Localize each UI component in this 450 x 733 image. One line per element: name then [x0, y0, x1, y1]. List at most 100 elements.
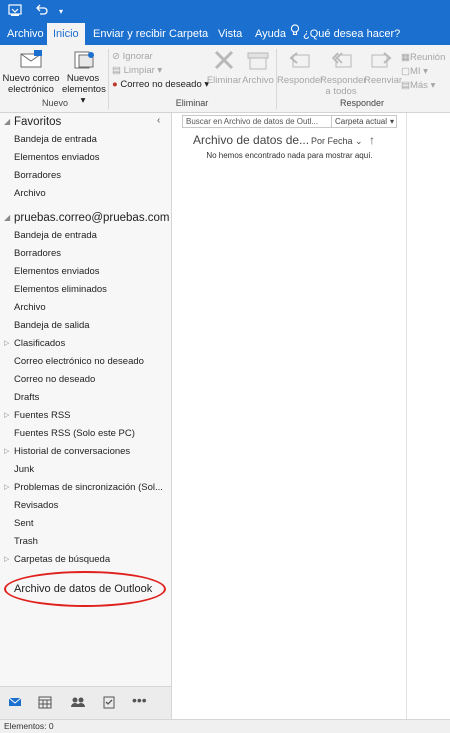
tab-inicio[interactable]: Inicio	[47, 23, 85, 45]
mail-icon[interactable]	[8, 695, 26, 711]
folder-item[interactable]: Trash	[0, 533, 171, 551]
expand-caret-icon[interactable]: ▷	[4, 443, 9, 461]
folder-item[interactable]: Elementos enviados	[0, 263, 171, 281]
folder-item-label: Carpetas de búsqueda	[14, 554, 111, 565]
collapse-icon[interactable]: ‹	[157, 115, 160, 126]
sort-label: Por Fecha	[311, 136, 353, 146]
folder-item[interactable]: Junk	[0, 461, 171, 479]
tell-me-box[interactable]: ¿Qué desea hacer?	[290, 23, 400, 45]
folder-item[interactable]: Revisados	[0, 497, 171, 515]
folder-item[interactable]: ▷ Carpetas de búsqueda	[0, 551, 171, 569]
folder-item[interactable]: Elementos eliminados	[0, 281, 171, 299]
account-label: pruebas.correo@pruebas.com	[14, 212, 170, 224]
tab-archivo[interactable]: Archivo	[1, 23, 50, 45]
ribbon: Nuevo correo electrónico Nuevos elemento…	[0, 45, 450, 113]
junk-label: Correo no deseado	[120, 79, 202, 90]
reply-all-button[interactable]: Responder a todos	[320, 49, 366, 97]
forward-button[interactable]: Reenviar	[364, 49, 402, 86]
more-icon: ▤	[401, 80, 410, 91]
reply-label: Responder	[277, 75, 324, 86]
folder-item-label: Trash	[14, 536, 38, 547]
folder-item-label: Clasificados	[14, 338, 66, 349]
people-icon[interactable]	[70, 695, 88, 711]
more-respond-button[interactable]: ▤Más ▾	[401, 80, 435, 91]
meeting-button[interactable]: ▦Reunión	[401, 52, 445, 63]
folder-item[interactable]: Drafts	[0, 389, 171, 407]
sort-dropdown[interactable]: Por Fecha ⌄	[311, 136, 363, 147]
folder-item[interactable]: Correo no deseado	[0, 371, 171, 389]
expand-caret-icon[interactable]: ▷	[4, 407, 9, 425]
calendar-icon[interactable]	[38, 695, 56, 711]
empty-message: No hemos encontrado nada para mostrar aq…	[206, 151, 373, 160]
data-file-item[interactable]: Archivo de datos de Outlook	[0, 580, 171, 598]
ignore-button[interactable]: ⊘ Ignorar	[112, 51, 153, 62]
account-header[interactable]: ◢ pruebas.correo@pruebas.com	[0, 209, 171, 227]
reply-all-label-2: a todos	[325, 86, 357, 97]
favorites-header[interactable]: ◢ Favoritos	[0, 113, 171, 131]
im-button[interactable]: ▢MI ▾	[401, 66, 428, 77]
new-email-label-2: electrónico	[8, 84, 54, 95]
favorite-item-label: Elementos enviados	[14, 152, 100, 163]
delete-button[interactable]: Eliminar	[206, 49, 242, 86]
favorite-item[interactable]: Archivo	[0, 185, 171, 203]
junk-button[interactable]: ● Correo no deseado ▾	[112, 79, 209, 90]
search-box[interactable]: Buscar en Archivo de datos de Outl...	[182, 115, 332, 128]
favorite-item[interactable]: Elementos enviados	[0, 149, 171, 167]
folder-item-label: Fuentes RSS (Solo este PC)	[14, 428, 135, 439]
tab-vista[interactable]: Vista	[212, 23, 248, 45]
tasks-icon[interactable]	[102, 695, 120, 711]
expand-caret-icon[interactable]: ▷	[4, 479, 9, 497]
more-label: Más	[409, 80, 428, 91]
folder-item[interactable]: Bandeja de entrada	[0, 227, 171, 245]
expand-caret-icon[interactable]: ▷	[4, 335, 9, 353]
folder-item[interactable]: ▷ Clasificados	[0, 335, 171, 353]
caret-icon: ◢	[4, 117, 11, 126]
folder-item[interactable]: ▷ Problemas de sincronización (Sol...	[0, 479, 171, 497]
folder-item[interactable]: ▷ Fuentes RSS	[0, 407, 171, 425]
customize-qat-icon[interactable]: ▾	[56, 4, 66, 19]
sort-arrow-icon[interactable]: ↑	[369, 133, 375, 147]
folder-item-label: Drafts	[14, 392, 40, 403]
new-items-label-1: Nuevos	[66, 73, 100, 84]
favorite-item-label: Borradores	[14, 170, 61, 181]
tab-enviar-recibir[interactable]: Enviar y recibir	[87, 23, 172, 45]
archive-button[interactable]: Archivo	[242, 49, 274, 86]
folder-item[interactable]: Bandeja de salida	[0, 317, 171, 335]
forward-icon	[364, 49, 400, 75]
search-scope-dropdown[interactable]: Carpeta actual ▾	[331, 115, 397, 128]
expand-caret-icon[interactable]: ▷	[4, 551, 9, 569]
delete-label: Eliminar	[206, 75, 242, 86]
more-nav-icon[interactable]: •••	[132, 693, 150, 711]
search-input[interactable]: Buscar en Archivo de datos de Outl...	[186, 116, 318, 128]
folder-item[interactable]: Borradores	[0, 245, 171, 263]
folder-item-label: Problemas de sincronización (Sol...	[14, 482, 163, 493]
archive-icon	[242, 49, 274, 75]
folder-title: Archivo de datos de...	[193, 133, 310, 147]
undo-icon[interactable]	[34, 4, 48, 19]
ignore-icon: ⊘	[112, 51, 120, 62]
new-email-label-1: Nuevo correo	[2, 73, 60, 84]
folder-pane: ◢ Favoritos ‹ Bandeja de entrada Element…	[0, 113, 172, 686]
chevron-down-icon: ⌄	[355, 136, 363, 146]
clean-up-button[interactable]: ▤ Limpiar ▾	[112, 65, 162, 76]
new-items-icon	[62, 49, 104, 73]
favorite-item[interactable]: Bandeja de entrada	[0, 131, 171, 149]
folder-item[interactable]: Correo electrónico no deseado	[0, 353, 171, 371]
reply-all-icon	[320, 49, 362, 75]
reply-button[interactable]: Responder	[277, 49, 324, 86]
folder-item[interactable]: Sent	[0, 515, 171, 533]
archive-label: Archivo	[242, 75, 274, 86]
send-receive-icon[interactable]	[8, 4, 22, 19]
favorite-item[interactable]: Borradores	[0, 167, 171, 185]
folder-item[interactable]: Fuentes RSS (Solo este PC)	[0, 425, 171, 443]
new-email-button[interactable]: Nuevo correo electrónico	[2, 49, 60, 95]
folder-item-label: Historial de conversaciones	[14, 446, 131, 457]
tab-carpeta[interactable]: Carpeta	[163, 23, 214, 45]
folder-item-label: Junk	[14, 464, 35, 475]
folder-item[interactable]: ▷ Historial de conversaciones	[0, 443, 171, 461]
folder-item[interactable]: Archivo	[0, 299, 171, 317]
folder-item-label: Bandeja de salida	[14, 320, 90, 331]
tab-ayuda[interactable]: Ayuda	[249, 23, 292, 45]
search-scope-label: Carpeta actual	[335, 117, 388, 126]
folder-item-label: Fuentes RSS	[14, 410, 71, 421]
